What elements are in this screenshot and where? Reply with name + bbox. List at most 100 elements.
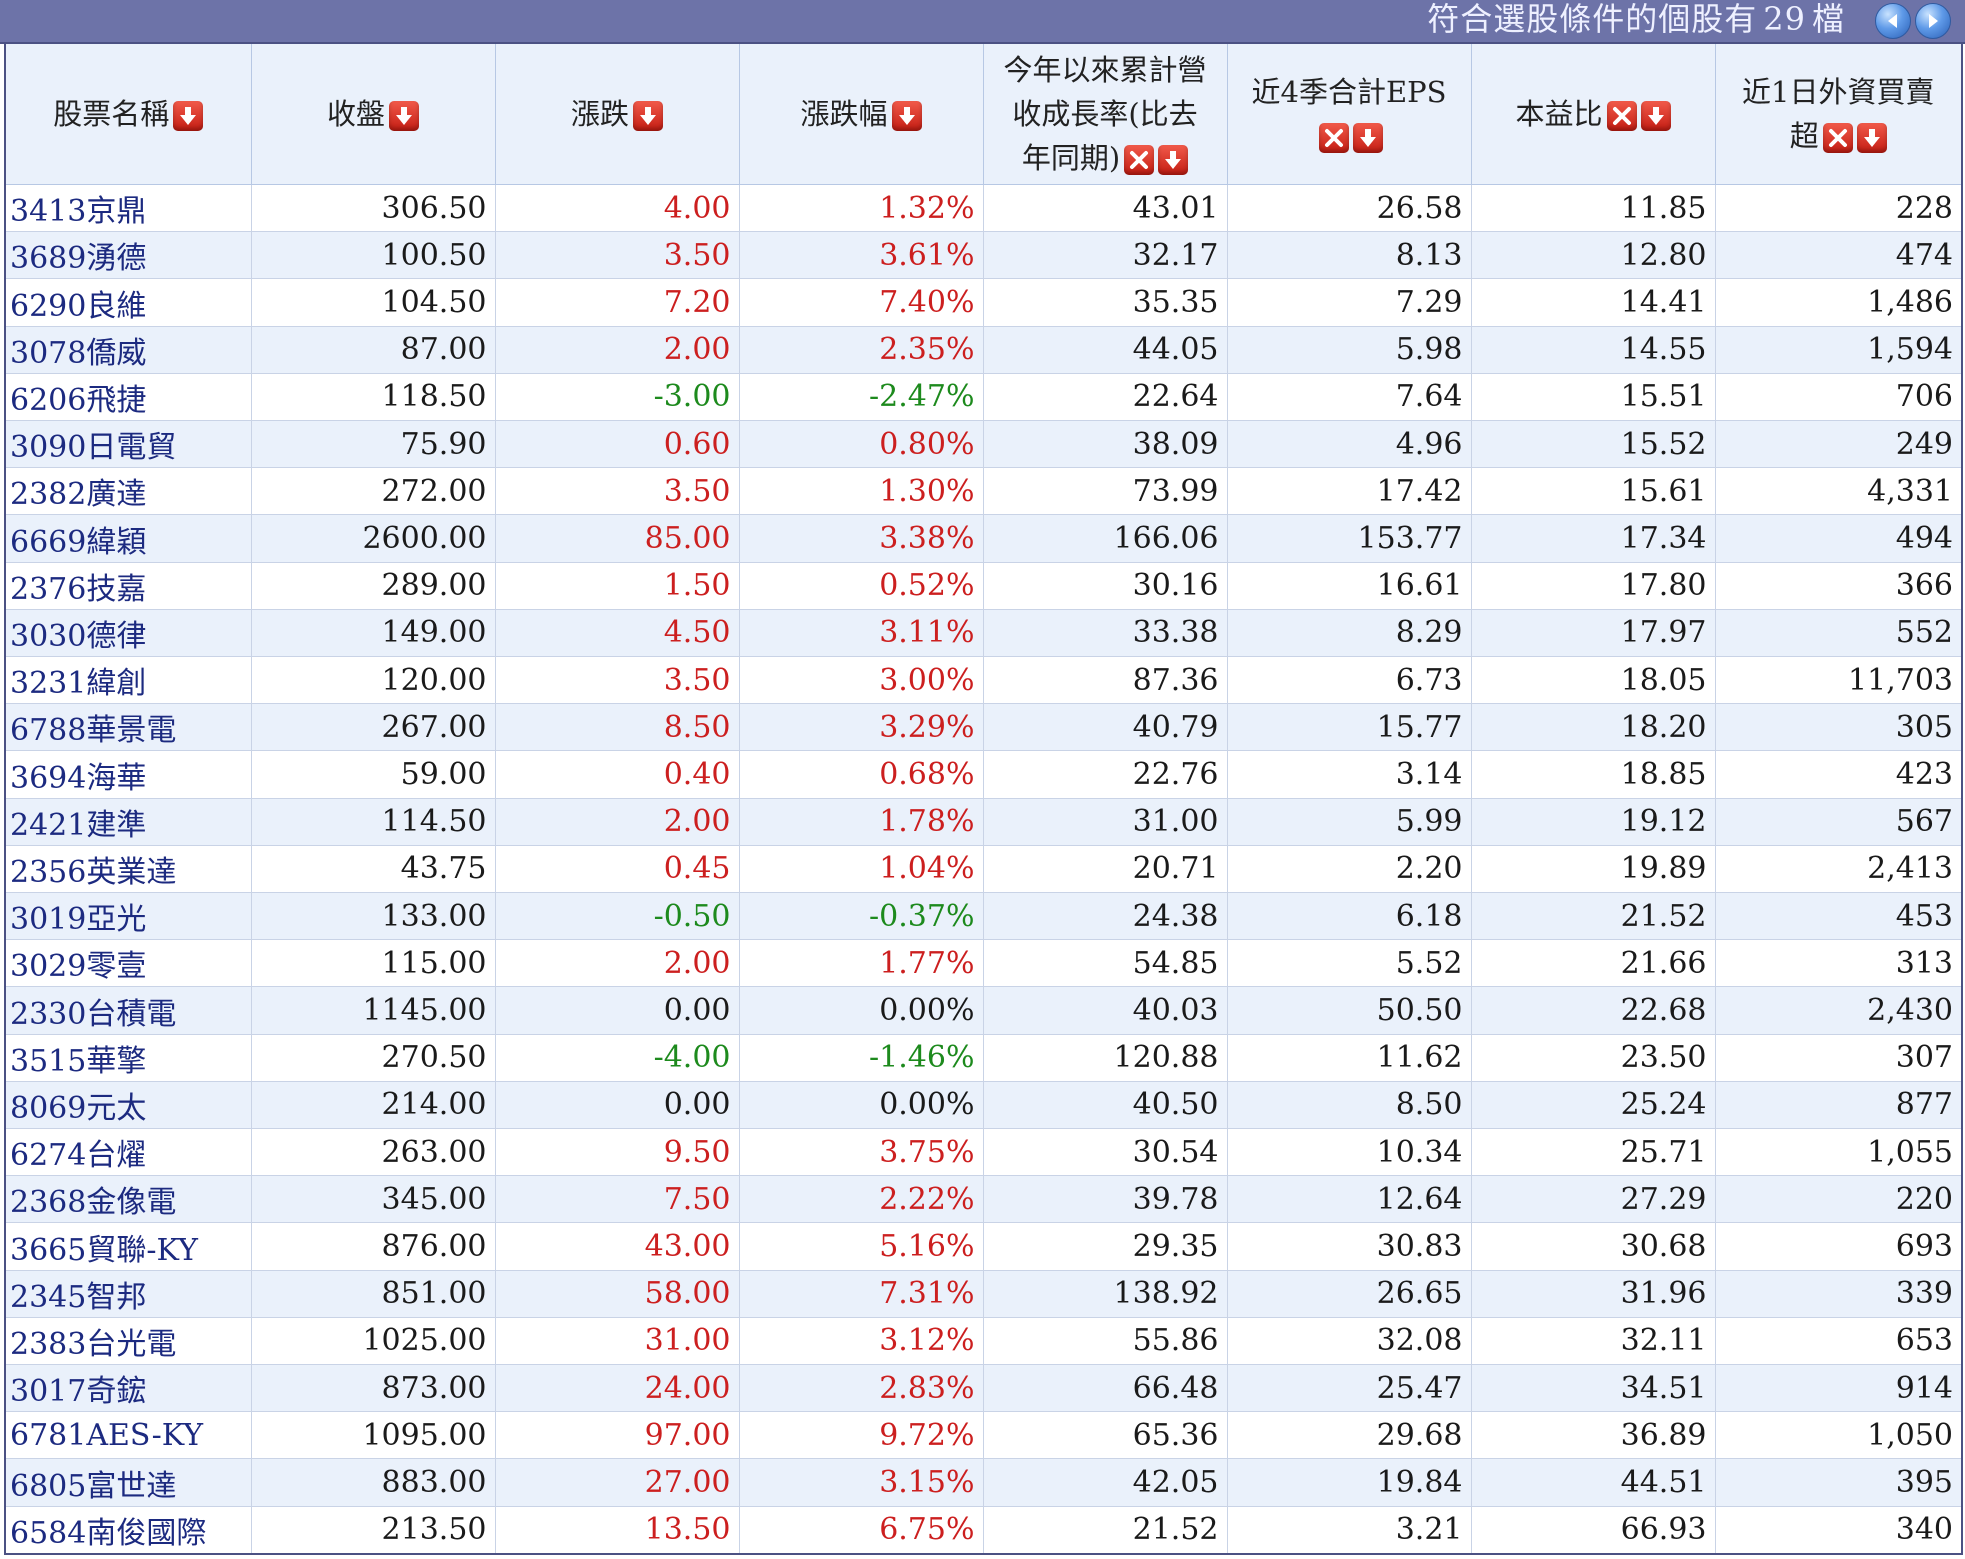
- stock-name-link[interactable]: 2376技嘉: [5, 562, 252, 610]
- table-row[interactable]: 3030德律 149.00 4.50 3.11% 33.38 8.29 17.97 552: [5, 609, 1963, 658]
- column-header-label-line: 本益比: [1478, 92, 1709, 136]
- stock-name-link[interactable]: 6290良維: [5, 278, 252, 327]
- table-row[interactable]: 3413京鼎 306.50 4.00 1.32% 43.01 26.58 11.85 228: [5, 184, 1963, 233]
- sort-desc-icon[interactable]: [389, 101, 419, 131]
- stock-name-link[interactable]: 3515華擎: [5, 1034, 252, 1082]
- sort-desc-icon[interactable]: [1353, 123, 1383, 153]
- cell-pe: 19.89: [1471, 845, 1716, 894]
- column-header-close[interactable]: 收盤: [250, 42, 496, 185]
- stock-name-link[interactable]: 6805富世達: [5, 1458, 252, 1507]
- table-row[interactable]: 3017奇鋐 873.00 24.00 2.83% 66.48 25.47 34.51 914: [5, 1364, 1963, 1413]
- stock-name-link[interactable]: 2345智邦: [5, 1270, 252, 1318]
- table-row[interactable]: 2382廣達 272.00 3.50 1.30% 73.99 17.42 15.61 4,33…: [5, 467, 1963, 516]
- sort-desc-icon[interactable]: [1158, 145, 1189, 175]
- stock-name-link[interactable]: 8069元太: [5, 1081, 252, 1130]
- table-row[interactable]: 2383台光電 1025.00 31.00 3.12% 55.86 32.08 32.11 6…: [5, 1317, 1963, 1366]
- stock-screener-table: 股票名稱 收盤 漲跌 漲跌幅 今年以來累計營 收成長率(比去 年同期) 近4季合計EPS 本益比…: [4, 42, 1963, 1555]
- table-row[interactable]: 3665貿聯-KY 876.00 43.00 5.16% 29.35 30.83 30.68…: [5, 1222, 1963, 1271]
- table-row[interactable]: 2376技嘉 289.00 1.50 0.52% 30.16 16.61 17.80 366: [5, 562, 1963, 610]
- table-row[interactable]: 6206飛捷 118.50 -3.00 -2.47% 22.64 7.64 15.51 706: [5, 373, 1963, 422]
- table-row[interactable]: 6788華景電 267.00 8.50 3.29% 40.79 15.77 18.20 305: [5, 703, 1963, 752]
- table-row[interactable]: 3231緯創 120.00 3.50 3.00% 87.36 6.73 18.05 11,70…: [5, 656, 1963, 705]
- stock-name-link[interactable]: 3019亞光: [5, 892, 252, 941]
- table-row[interactable]: 6781AES-KY 1095.00 97.00 9.72% 65.36 29.68 36.…: [5, 1411, 1963, 1460]
- cell-pct: 3.15%: [739, 1458, 984, 1507]
- remove-column-icon[interactable]: [1124, 145, 1155, 175]
- stock-name-link[interactable]: 6788華景電: [5, 703, 252, 752]
- stock-name-link[interactable]: 3231緯創: [5, 656, 252, 705]
- column-header-eps[interactable]: 近4季合計EPS: [1226, 42, 1472, 185]
- sort-desc-icon[interactable]: [1856, 123, 1887, 153]
- stock-name-link[interactable]: 6781AES-KY: [5, 1411, 252, 1460]
- stock-name-link[interactable]: 3694海華: [5, 750, 252, 799]
- table-row[interactable]: 6290良維 104.50 7.20 7.40% 35.35 7.29 14.41 1,486: [5, 278, 1963, 327]
- cell-rev: 33.38: [983, 609, 1228, 658]
- stock-name-link[interactable]: 3030德律: [5, 609, 252, 658]
- table-row[interactable]: 2421建準 114.50 2.00 1.78% 31.00 5.99 19.12 567: [5, 798, 1963, 846]
- cell-rev: 138.92: [983, 1270, 1228, 1318]
- table-row[interactable]: 3694海華 59.00 0.40 0.68% 22.76 3.14 18.85 423: [5, 750, 1963, 799]
- stock-name-link[interactable]: 2330台積電: [5, 986, 252, 1035]
- sort-desc-icon[interactable]: [633, 101, 663, 131]
- stock-name-link[interactable]: 3029零壹: [5, 939, 252, 988]
- cell-eps: 29.68: [1227, 1411, 1472, 1460]
- stock-name-link[interactable]: 3413京鼎: [5, 184, 252, 233]
- cell-close: 120.00: [251, 656, 496, 705]
- cell-pe: 15.51: [1471, 373, 1716, 422]
- stock-name-link[interactable]: 2382廣達: [5, 467, 252, 516]
- table-row[interactable]: 6584南俊國際 213.50 13.50 6.75% 21.52 3.21 66.93 34…: [5, 1506, 1963, 1555]
- cell-chg: 0.00: [495, 986, 740, 1035]
- stock-name-link[interactable]: 6274台燿: [5, 1128, 252, 1177]
- stock-name-link[interactable]: 6584南俊國際: [5, 1506, 252, 1555]
- table-row[interactable]: 2330台積電 1145.00 0.00 0.00% 40.03 50.50 22.68 2,…: [5, 986, 1963, 1035]
- next-page-button[interactable]: [1915, 3, 1951, 39]
- table-row[interactable]: 3515華擎 270.50 -4.00 -1.46% 120.88 11.62 23.50 3…: [5, 1034, 1963, 1082]
- stock-name-link[interactable]: 2421建準: [5, 798, 252, 846]
- cell-chg: 7.50: [495, 1175, 740, 1224]
- stock-name-link[interactable]: 2368金像電: [5, 1175, 252, 1224]
- table-row[interactable]: 8069元太 214.00 0.00 0.00% 40.50 8.50 25.24 877: [5, 1081, 1963, 1130]
- table-row[interactable]: 2356英業達 43.75 0.45 1.04% 20.71 2.20 19.89 2,413: [5, 845, 1963, 894]
- prev-page-button[interactable]: [1875, 3, 1911, 39]
- remove-column-icon[interactable]: [1606, 101, 1637, 131]
- column-header-name[interactable]: 股票名稱: [4, 42, 252, 185]
- cell-chg: 2.00: [495, 326, 740, 374]
- column-header-rev[interactable]: 今年以來累計營 收成長率(比去 年同期): [982, 42, 1228, 185]
- table-row[interactable]: 2345智邦 851.00 58.00 7.31% 138.92 26.65 31.96 33…: [5, 1270, 1963, 1318]
- stock-name-link[interactable]: 3090日電貿: [5, 420, 252, 469]
- remove-column-icon[interactable]: [1319, 123, 1349, 153]
- stock-name-link[interactable]: 2383台光電: [5, 1317, 252, 1366]
- stock-name-link[interactable]: 2356英業達: [5, 845, 252, 894]
- sort-desc-icon[interactable]: [891, 101, 922, 131]
- table-row[interactable]: 6805富世達 883.00 27.00 3.15% 42.05 19.84 44.51 39…: [5, 1458, 1963, 1507]
- cell-pe: 12.80: [1471, 231, 1716, 280]
- table-row[interactable]: 3019亞光 133.00 -0.50 -0.37% 24.38 6.18 21.52 453: [5, 892, 1963, 941]
- table-row[interactable]: 3090日電貿 75.90 0.60 0.80% 38.09 4.96 15.52 249: [5, 420, 1963, 469]
- result-count: 符合選股條件的個股有 29 檔: [1427, 0, 1845, 40]
- table-row[interactable]: 3689湧德 100.50 3.50 3.61% 32.17 8.13 12.80 474: [5, 231, 1963, 280]
- column-header-pe[interactable]: 本益比: [1470, 42, 1716, 185]
- stock-name-link[interactable]: 6669緯穎: [5, 514, 252, 563]
- stock-name-link[interactable]: 6206飛捷: [5, 373, 252, 422]
- table-row[interactable]: 2368金像電 345.00 7.50 2.22% 39.78 12.64 27.29 220: [5, 1175, 1963, 1224]
- cell-eps: 5.98: [1227, 326, 1472, 374]
- stock-name-link[interactable]: 3689湧德: [5, 231, 252, 280]
- sort-desc-icon[interactable]: [1640, 101, 1671, 131]
- column-header-label-line: 今年以來累計營: [990, 48, 1221, 92]
- stock-name-link[interactable]: 3078僑威: [5, 326, 252, 374]
- cell-rev: 66.48: [983, 1364, 1228, 1413]
- column-header-chg[interactable]: 漲跌: [494, 42, 740, 185]
- column-header-pct[interactable]: 漲跌幅: [738, 42, 984, 185]
- cell-pct: -0.37%: [739, 892, 984, 941]
- table-row[interactable]: 3078僑威 87.00 2.00 2.35% 44.05 5.98 14.55 1,594: [5, 326, 1963, 374]
- cell-pe: 25.71: [1471, 1128, 1716, 1177]
- stock-name-link[interactable]: 3665貿聯-KY: [5, 1222, 252, 1271]
- sort-desc-icon[interactable]: [173, 101, 204, 131]
- remove-column-icon[interactable]: [1822, 123, 1853, 153]
- stock-name-link[interactable]: 3017奇鋐: [5, 1364, 252, 1413]
- table-row[interactable]: 6669緯穎 2600.00 85.00 3.38% 166.06 153.77 17.34…: [5, 514, 1963, 563]
- table-row[interactable]: 6274台燿 263.00 9.50 3.75% 30.54 10.34 25.71 1,05…: [5, 1128, 1963, 1177]
- column-header-foreign[interactable]: 近1日外資買賣超: [1714, 42, 1963, 185]
- cell-chg: 4.00: [495, 184, 740, 233]
- table-row[interactable]: 3029零壹 115.00 2.00 1.77% 54.85 5.52 21.66 313: [5, 939, 1963, 988]
